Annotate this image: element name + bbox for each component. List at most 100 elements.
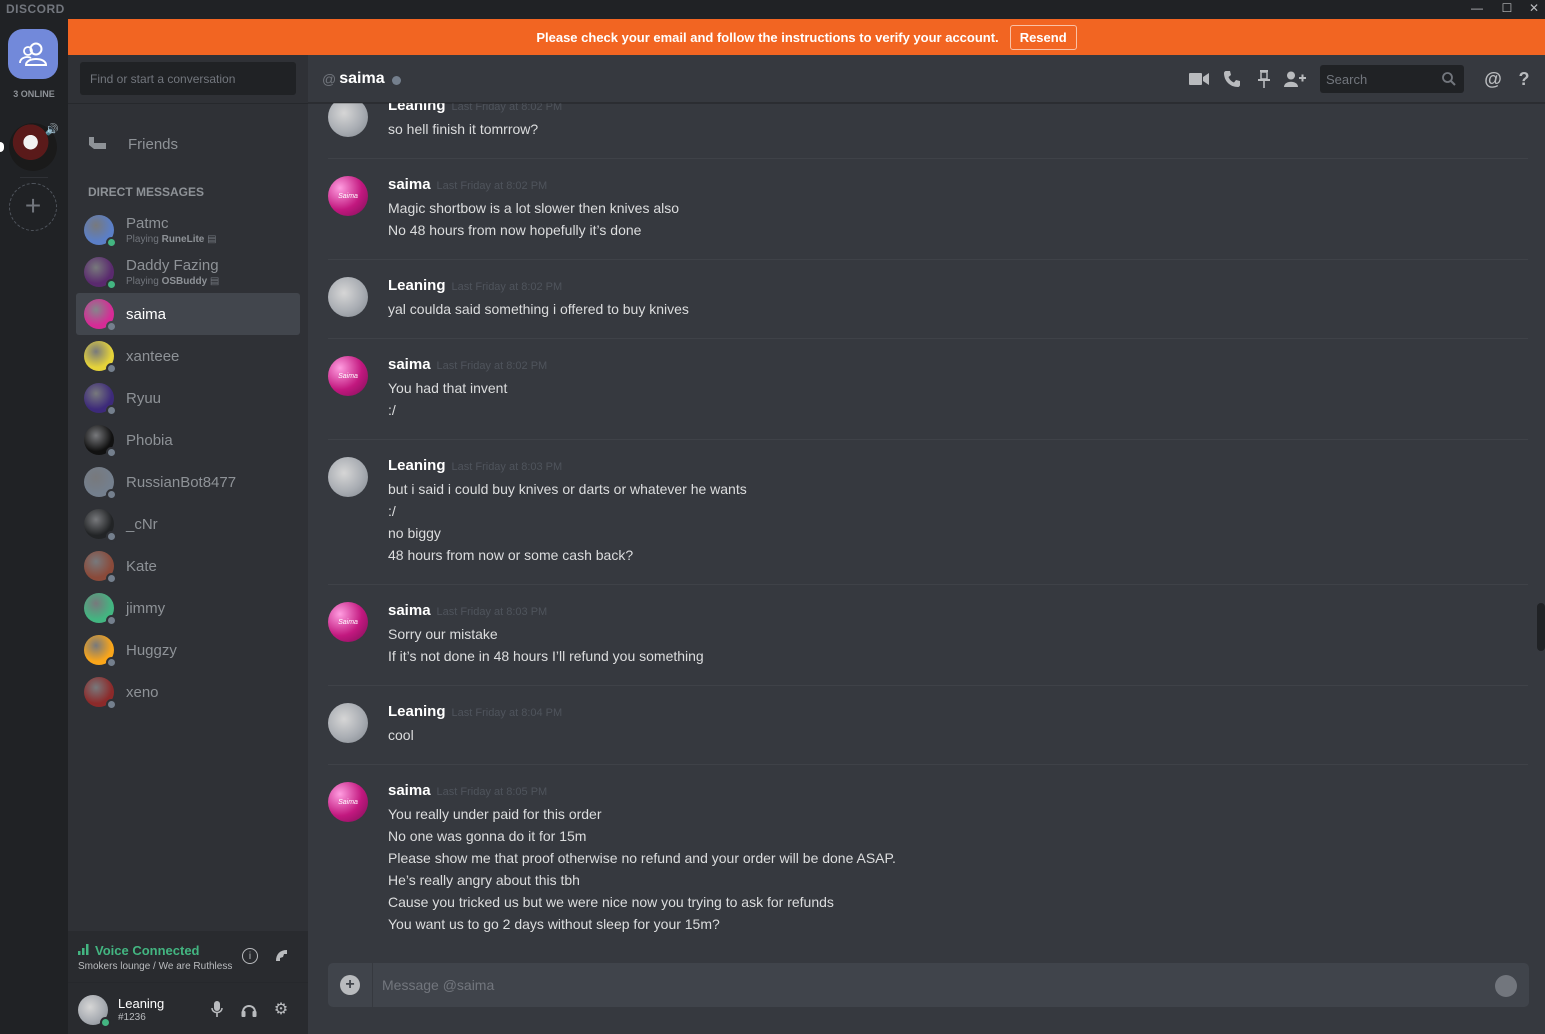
dm-activity-prefix: Playing bbox=[126, 276, 159, 287]
message-author[interactable]: Leaning bbox=[388, 703, 446, 720]
offline-status-dot bbox=[106, 699, 117, 710]
upload-plus-icon[interactable]: + bbox=[340, 975, 360, 995]
add-friend-icon[interactable] bbox=[1284, 68, 1306, 90]
find-conversation-input[interactable] bbox=[80, 62, 296, 95]
voice-call-icon[interactable] bbox=[1221, 68, 1243, 90]
message-avatar[interactable] bbox=[328, 103, 368, 137]
maximize-button[interactable]: ☐ bbox=[1493, 0, 1521, 19]
headphones-icon[interactable] bbox=[240, 1000, 258, 1018]
offline-status-dot bbox=[106, 489, 117, 500]
direct-messages-header: DIRECT MESSAGES bbox=[88, 185, 205, 199]
message-text: Cause you tricked us but we were nice no… bbox=[388, 894, 834, 910]
message-avatar[interactable] bbox=[328, 457, 368, 497]
dm-item-huggzy[interactable]: Huggzy bbox=[76, 629, 300, 671]
friends-icon bbox=[19, 42, 48, 66]
user-tag: #1236 bbox=[118, 1012, 146, 1023]
dm-item-xeno[interactable]: xeno bbox=[76, 671, 300, 713]
video-call-icon[interactable] bbox=[1188, 68, 1210, 90]
message-divider bbox=[328, 764, 1528, 765]
dm-item-cnr[interactable]: _cNr bbox=[76, 503, 300, 545]
dm-activity-game: RuneLite bbox=[161, 234, 205, 245]
message-text: He’s really angry about this tbh bbox=[388, 872, 580, 888]
dm-item-saima[interactable]: saima bbox=[76, 293, 300, 335]
message-timestamp: Last Friday at 8:02 PM bbox=[436, 180, 548, 192]
help-icon[interactable]: ? bbox=[1513, 68, 1535, 90]
friends-button[interactable]: Friends bbox=[76, 127, 300, 161]
message-text: You had that invent bbox=[388, 380, 508, 396]
microphone-icon[interactable] bbox=[208, 1000, 226, 1018]
dm-name: xeno bbox=[126, 683, 159, 701]
disconnect-icon[interactable] bbox=[273, 947, 291, 965]
dm-item-jimmy[interactable]: jimmy bbox=[76, 587, 300, 629]
message-input[interactable] bbox=[382, 963, 1462, 1007]
dm-item-russianbot8477[interactable]: RussianBot8477 bbox=[76, 461, 300, 503]
dm-name: _cNr bbox=[126, 515, 158, 533]
friends-wave-icon bbox=[89, 137, 106, 149]
message-avatar[interactable]: Saima bbox=[328, 356, 368, 396]
dm-list: Patmc Playing RuneLite ▤ Daddy Fazing Playi… bbox=[76, 209, 300, 713]
dm-avatar bbox=[84, 299, 117, 332]
message-text: You really under paid for this order bbox=[388, 806, 602, 822]
message-author[interactable]: saima bbox=[388, 356, 431, 373]
user-panel: Leaning #1236 ⚙ bbox=[68, 983, 308, 1034]
avatar-text: Saima bbox=[338, 618, 358, 626]
close-window-button[interactable]: ✕ bbox=[1520, 0, 1545, 19]
emoji-icon[interactable] bbox=[1495, 975, 1517, 997]
message-text: cool bbox=[388, 727, 414, 743]
resend-button[interactable]: Resend bbox=[1009, 24, 1077, 50]
offline-status-dot bbox=[106, 531, 117, 542]
message-author[interactable]: Leaning bbox=[388, 103, 446, 114]
offline-status-dot bbox=[391, 75, 401, 85]
dm-avatar bbox=[84, 425, 117, 458]
message-text: yal coulda said something i offered to b… bbox=[388, 301, 689, 317]
message-avatar[interactable] bbox=[328, 277, 368, 317]
message-timestamp: Last Friday at 8:03 PM bbox=[451, 461, 563, 473]
dm-item-patmc[interactable]: Patmc Playing RuneLite ▤ bbox=[76, 209, 300, 251]
home-button[interactable] bbox=[8, 29, 58, 79]
dm-item-phobia[interactable]: Phobia bbox=[76, 419, 300, 461]
offline-status-dot bbox=[106, 405, 117, 416]
message-author[interactable]: saima bbox=[388, 782, 431, 799]
minimize-button[interactable]: — bbox=[1463, 0, 1491, 19]
chat-scrollbar-thumb[interactable] bbox=[1537, 603, 1545, 651]
message-avatar[interactable]: Saima bbox=[328, 782, 368, 822]
message-avatar[interactable] bbox=[328, 703, 368, 743]
dm-item-xanteee[interactable]: xanteee bbox=[76, 335, 300, 377]
dm-avatar bbox=[84, 593, 117, 626]
guild-selected-pip bbox=[0, 142, 4, 152]
offline-status-dot bbox=[106, 447, 117, 458]
message-text: Magic shortbow is a lot slower then kniv… bbox=[388, 200, 680, 216]
dm-name: Ryuu bbox=[126, 389, 162, 407]
message-avatar[interactable]: Saima bbox=[328, 602, 368, 642]
user-avatar[interactable] bbox=[78, 995, 111, 1028]
add-server-button[interactable]: + bbox=[9, 183, 57, 231]
guild-separator bbox=[20, 177, 48, 178]
message-timestamp: Last Friday at 8:05 PM bbox=[436, 786, 548, 798]
dm-avatar bbox=[84, 215, 117, 248]
dm-avatar bbox=[84, 257, 117, 290]
message-timestamp: Last Friday at 8:04 PM bbox=[451, 707, 563, 719]
avatar-text: Saima bbox=[338, 192, 358, 200]
signal-icon bbox=[78, 944, 89, 955]
message-author[interactable]: saima bbox=[388, 176, 431, 193]
online-status-dot bbox=[100, 1017, 111, 1028]
message-author[interactable]: saima bbox=[388, 602, 431, 619]
dm-avatar bbox=[84, 341, 117, 374]
message-avatar[interactable]: Saima bbox=[328, 176, 368, 216]
dm-activity: Playing OSBuddy ▤ bbox=[126, 276, 219, 287]
message-author[interactable]: Leaning bbox=[388, 277, 446, 294]
message-text: :/ bbox=[388, 503, 396, 519]
dm-item-daddy-fazing[interactable]: Daddy Fazing Playing OSBuddy ▤ bbox=[76, 251, 300, 293]
dm-avatar bbox=[84, 509, 117, 542]
offline-status-dot bbox=[106, 573, 117, 584]
at-icon: @ bbox=[322, 70, 337, 87]
pin-icon[interactable] bbox=[1253, 68, 1275, 90]
mentions-icon[interactable]: @ bbox=[1482, 68, 1504, 90]
voice-channel-name[interactable]: Smokers lounge / We are Ruthless bbox=[78, 961, 232, 972]
message-author[interactable]: Leaning bbox=[388, 457, 446, 474]
offline-status-dot bbox=[106, 321, 117, 332]
dm-item-kate[interactable]: Kate bbox=[76, 545, 300, 587]
settings-gear-icon[interactable]: ⚙ bbox=[272, 1000, 290, 1018]
dm-item-ryuu[interactable]: Ryuu bbox=[76, 377, 300, 419]
voice-info-icon[interactable]: i bbox=[242, 948, 258, 964]
